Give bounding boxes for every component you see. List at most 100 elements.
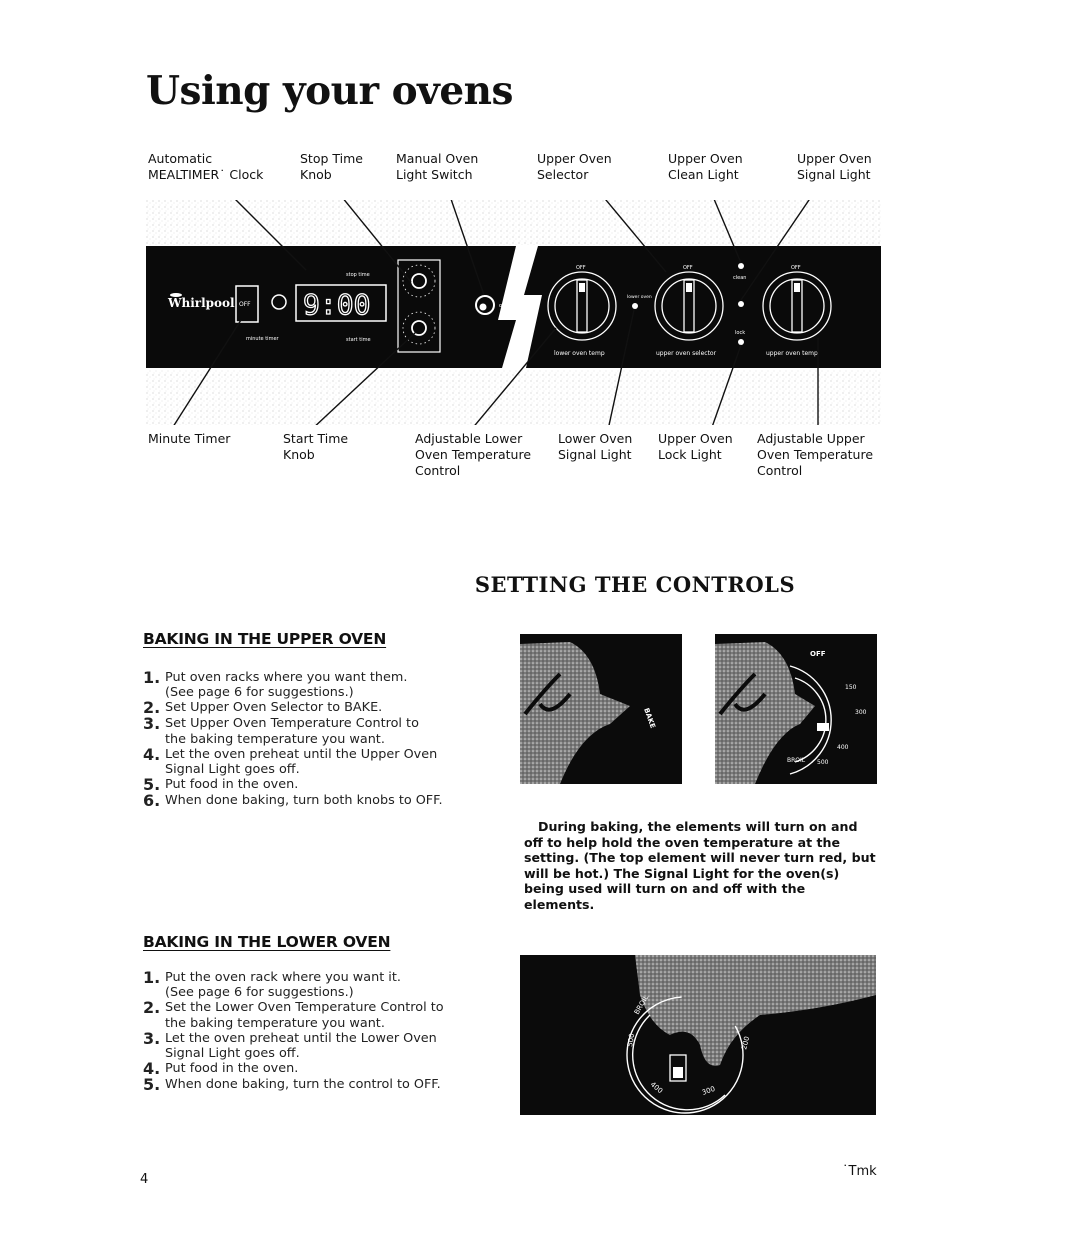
- callout-upper-oven-selector: Upper Oven Selector: [537, 151, 612, 183]
- control-panel-svg: Whirlpool OFF minute timer 9:00 stop tim…: [146, 164, 881, 431]
- photo-400-mark: 400: [649, 1080, 664, 1095]
- step-item: 4. Let the oven preheat until the Upper O…: [143, 746, 513, 778]
- start-time-label: start time: [346, 337, 371, 343]
- hand-shape: [520, 642, 630, 784]
- selector-photo: BAKE: [520, 634, 682, 784]
- callout-automatic-clock: Automatic MEALTIMER˙ Clock: [148, 151, 263, 183]
- selector-photo-svg: BAKE: [520, 642, 657, 784]
- upper-temp-photo-svg: OFF 150 300 400 500 BROIL: [715, 642, 867, 784]
- callout-line: Upper Oven: [668, 151, 743, 166]
- lower-oven-steps: 1. Put the oven rack where you want it. (…: [143, 968, 513, 1093]
- step-item: 2. Set Upper Oven Selector to BAKE.: [143, 700, 513, 716]
- step-number: 6.: [143, 791, 161, 811]
- callout-line: Automatic: [148, 151, 213, 166]
- step-item: 5. When done baking, turn the control to …: [143, 1077, 513, 1093]
- callout-line: Light Switch: [396, 167, 473, 182]
- minute-timer-label: minute timer: [246, 336, 280, 342]
- callout-upper-oven-signal-light: Upper Oven Signal Light: [797, 151, 872, 183]
- lower-oven-temp-label: lower oven temp: [554, 350, 605, 357]
- lower-oven-light-label: lower oven: [627, 294, 652, 300]
- callout-line: Adjustable Lower: [415, 431, 523, 446]
- photo-300-mark: 300: [855, 709, 867, 716]
- knob-pointer: [817, 723, 829, 731]
- selector-off: OFF: [683, 265, 693, 271]
- control-panel-illustration: Whirlpool OFF minute timer 9:00 stop tim…: [146, 164, 881, 431]
- brand-mark-icon: [170, 293, 182, 297]
- callout-upper-oven-lock-light: Upper Oven Lock Light: [658, 431, 733, 463]
- clock-display: 9:00: [303, 288, 370, 321]
- photo-200-mark: 200: [740, 1036, 751, 1051]
- step-text: Let the oven preheat until the Upper Ove…: [165, 746, 438, 778]
- step-number: 1.: [143, 668, 161, 687]
- step-text: Set Upper Oven Temperature Control to th…: [165, 716, 419, 747]
- trademark-footnote: ˙Tmk: [842, 1164, 877, 1179]
- callout-line: MEALTIMER˙ Clock: [148, 167, 264, 182]
- step-number: 1.: [143, 968, 161, 987]
- upper-oven-signal-light: [738, 301, 744, 307]
- callout-line: Lock Light: [658, 447, 722, 462]
- lower-dial-off: OFF: [576, 265, 586, 271]
- upper-oven-steps: 1. Put oven racks where you want them. (S…: [143, 668, 513, 809]
- oven-light-switch-dot: [479, 303, 487, 311]
- callout-line: Control: [757, 463, 803, 478]
- step-item: 2. Set the Lower Oven Temperature Control…: [143, 998, 513, 1031]
- upper-oven-heading: BAKING IN THE UPPER OVEN: [143, 630, 387, 648]
- step-text: Put the oven rack where you want it. (Se…: [165, 970, 401, 1001]
- callout-adjustable-upper-temp: Adjustable Upper Oven Temperature Contro…: [757, 431, 873, 479]
- step-item: 1. Put oven racks where you want them. (S…: [143, 668, 513, 701]
- upper-oven-selector-label: upper oven selector: [656, 350, 717, 357]
- callout-line: Control: [415, 463, 461, 478]
- minute-timer-off: OFF: [239, 301, 251, 308]
- callout-line: Clean Light: [668, 167, 739, 182]
- photo-400-mark: 400: [837, 744, 849, 751]
- photo-off-mark: OFF: [810, 650, 826, 658]
- callout-line: Adjustable Upper: [757, 431, 865, 446]
- step-text: When done baking, turn both knobs to OFF…: [165, 793, 443, 809]
- upper-temp-photo: OFF 150 300 400 500 BROIL: [715, 634, 877, 784]
- callout-start-time-knob: Start Time Knob: [283, 431, 348, 463]
- oven-light-label: oven light: [499, 303, 524, 309]
- callout-minute-timer: Minute Timer: [148, 431, 230, 447]
- baking-note: During baking, the elements will turn on…: [524, 819, 876, 912]
- photo-broil-mark: BROIL: [787, 757, 806, 764]
- step-item: 5. Put food in the oven.: [143, 777, 513, 793]
- callout-line: Upper Oven: [537, 151, 612, 166]
- callout-line: Minute Timer: [148, 431, 231, 446]
- upper-dial-off: OFF: [791, 265, 801, 271]
- callout-line: Signal Light: [558, 447, 632, 462]
- step-text: Set Upper Oven Selector to BAKE.: [165, 700, 383, 716]
- step-text: Let the oven preheat until the Lower Ove…: [165, 1030, 437, 1062]
- step-item: 6. When done baking, turn both knobs to O…: [143, 793, 513, 809]
- brand-logo: Whirlpool: [167, 296, 235, 310]
- photo-500-mark: 500: [626, 1033, 636, 1048]
- lower-temp-photo-svg: BROIL 500 400 300 200: [626, 955, 876, 1114]
- lower-knob-pointer: [579, 283, 585, 292]
- upper-knob-pointer: [794, 283, 800, 292]
- callout-upper-oven-clean-light: Upper Oven Clean Light: [668, 151, 743, 183]
- step-number: 2.: [143, 998, 161, 1018]
- photo-300-mark: 300: [701, 1085, 716, 1097]
- callout-manual-oven-light-switch: Manual Oven Light Switch: [396, 151, 478, 183]
- callout-line: Signal Light: [797, 167, 871, 182]
- page-title: Using your ovens: [146, 68, 513, 114]
- step-item: 1. Put the oven rack where you want it. (…: [143, 968, 513, 1001]
- stop-time-knob[interactable]: [411, 273, 427, 289]
- step-text: When done baking, turn the control to OF…: [165, 1077, 441, 1093]
- upper-oven-lock-light: [738, 339, 744, 345]
- lower-oven-signal-light: [632, 303, 638, 309]
- step-item: 3. Set Upper Oven Temperature Control to …: [143, 714, 513, 747]
- callout-line: Oven Temperature: [415, 447, 532, 462]
- hand-shape: [635, 955, 876, 1066]
- step-item: 3. Let the oven preheat until the Lower O…: [143, 1030, 513, 1062]
- callout-line: Stop Time: [300, 151, 363, 166]
- callout-line: Upper Oven: [658, 431, 733, 446]
- step-number: 3.: [143, 714, 161, 734]
- callout-line: Knob: [283, 447, 315, 462]
- step-text: Put oven racks where you want them. (See…: [165, 670, 408, 701]
- bake-mark: BAKE: [642, 707, 657, 730]
- lock-light-label: lock: [735, 330, 745, 336]
- step-item: 4. Put food in the oven.: [143, 1061, 513, 1077]
- photo-500-mark: 500: [817, 759, 829, 766]
- lower-oven-heading: BAKING IN THE LOWER OVEN: [143, 933, 391, 951]
- callout-line: Upper Oven: [797, 151, 872, 166]
